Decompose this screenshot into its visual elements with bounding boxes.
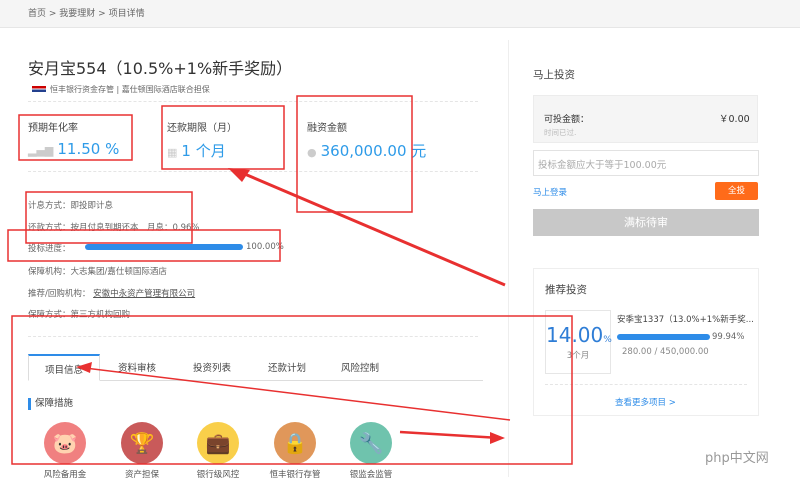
stat-term: 还款期限（月） ▦ 1 个月: [167, 119, 237, 161]
recommend-rate-box[interactable]: 14.00% 3个月: [545, 310, 612, 374]
stat-value: 11.50 %: [57, 140, 120, 158]
column-divider: [508, 40, 509, 477]
calendar-icon: ▦: [167, 146, 178, 159]
progress-value: 100.00%: [246, 242, 284, 252]
stat-amount: 融资金额 ● 360,000.00 元: [307, 119, 426, 161]
divider: [28, 171, 478, 172]
guarantee-label: 银行级风控: [196, 470, 240, 480]
guarantee-label: 银监会监管: [349, 470, 393, 480]
available-value: ￥0.00: [719, 114, 750, 125]
recommend-term: 3个月: [566, 351, 590, 361]
status-button[interactable]: 满标待审: [533, 209, 759, 236]
stat-label: 预期年化率: [28, 123, 78, 134]
signal-icon: ▂▄▆: [28, 144, 54, 157]
arrow-head: [490, 432, 505, 444]
recommend-progress-value: 99.94%: [712, 332, 745, 342]
recommend-org-link[interactable]: 安徽中永资产管理有限公司: [93, 289, 195, 299]
bank-logo-icon: [32, 86, 46, 92]
tab-invest-list[interactable]: 投资列表: [193, 354, 231, 381]
invest-title: 马上投资: [533, 69, 575, 81]
guarantee-label: 恒丰银行存管: [269, 470, 321, 480]
product-title: 安月宝554（10.5%+1%新手奖励）: [28, 59, 293, 78]
time-note: 时间已过.: [544, 128, 577, 137]
annotation-arrow: [399, 430, 501, 440]
money-bag-icon: ●: [307, 146, 317, 159]
breadcrumb: 首页 > 我要理财 > 项目详情: [28, 6, 145, 19]
breadcrumb-sep: >: [46, 9, 60, 19]
stat-rate: 预期年化率 ▂▄▆ 11.50 %: [28, 119, 119, 158]
piggy-bank-icon: 🐷: [44, 422, 86, 464]
divider: [545, 384, 747, 385]
amount-input[interactable]: 投标金额应大于等于100.00元: [533, 150, 759, 176]
tab-project-info[interactable]: 项目信息: [28, 354, 100, 381]
interest-method: 计息方式：即投即计息: [28, 201, 114, 211]
breadcrumb-home[interactable]: 首页: [28, 9, 46, 19]
all-in-button[interactable]: 全投: [715, 182, 758, 200]
rate-unit: %: [603, 335, 612, 345]
tools-icon: 🔧: [350, 422, 392, 464]
stat-label: 融资金额: [307, 123, 347, 134]
guarantee-method: 保障方式：第三方机构回购: [28, 310, 131, 320]
available-label: 可投金额：: [544, 115, 590, 125]
breadcrumb-finance[interactable]: 我要理财: [59, 9, 95, 19]
recommend-rate: 14.00: [546, 323, 604, 347]
progress-label: 投标进度：: [28, 244, 71, 254]
divider: [28, 101, 478, 102]
tab-documents[interactable]: 资料审核: [118, 354, 156, 381]
tab-repay-plan[interactable]: 还款计划: [268, 354, 306, 381]
lock-icon: 🔒: [274, 422, 316, 464]
guarantor: 保障机构：大志集团/嘉仕顿国际酒店: [28, 267, 167, 277]
guarantee-label: 资产担保: [124, 470, 159, 480]
recommend-progress-bar: [617, 334, 710, 340]
breadcrumb-current: 项目详情: [108, 9, 145, 19]
progress-bar: [85, 244, 243, 250]
stat-value: 1 个月: [181, 142, 226, 160]
stat-label: 还款期限（月）: [167, 123, 237, 134]
guarantee-label: 风险备用金: [43, 470, 87, 480]
divider: [28, 336, 478, 337]
recommend-amounts: 280.00 / 450,000.00: [622, 347, 709, 357]
repay-method: 还款方式：按月付息到期还本 月息：0.96%: [28, 223, 200, 233]
recommend-title: 推荐投资: [545, 284, 587, 296]
product-subtitle: 恒丰银行资金存管 | 嘉仕顿国际酒店联合担保: [50, 85, 210, 94]
stat-value: 360,000.00 元: [320, 142, 427, 160]
recommend-name[interactable]: 安季宝1337（13.0%+1%新手奖...: [617, 313, 754, 325]
more-projects-link[interactable]: 查看更多项目 >: [615, 396, 676, 408]
section-title: 保障措施: [28, 398, 73, 410]
recommend-label: 推荐/回购机构：: [28, 289, 91, 299]
login-link[interactable]: 马上登录: [533, 186, 567, 198]
tab-risk-control[interactable]: 风险控制: [341, 354, 379, 381]
briefcase-icon: 💼: [197, 422, 239, 464]
breadcrumb-sep: >: [95, 9, 109, 19]
trophy-icon: 🏆: [121, 422, 163, 464]
annotation-arrow: [239, 170, 506, 287]
watermark: php中文网: [705, 451, 769, 466]
